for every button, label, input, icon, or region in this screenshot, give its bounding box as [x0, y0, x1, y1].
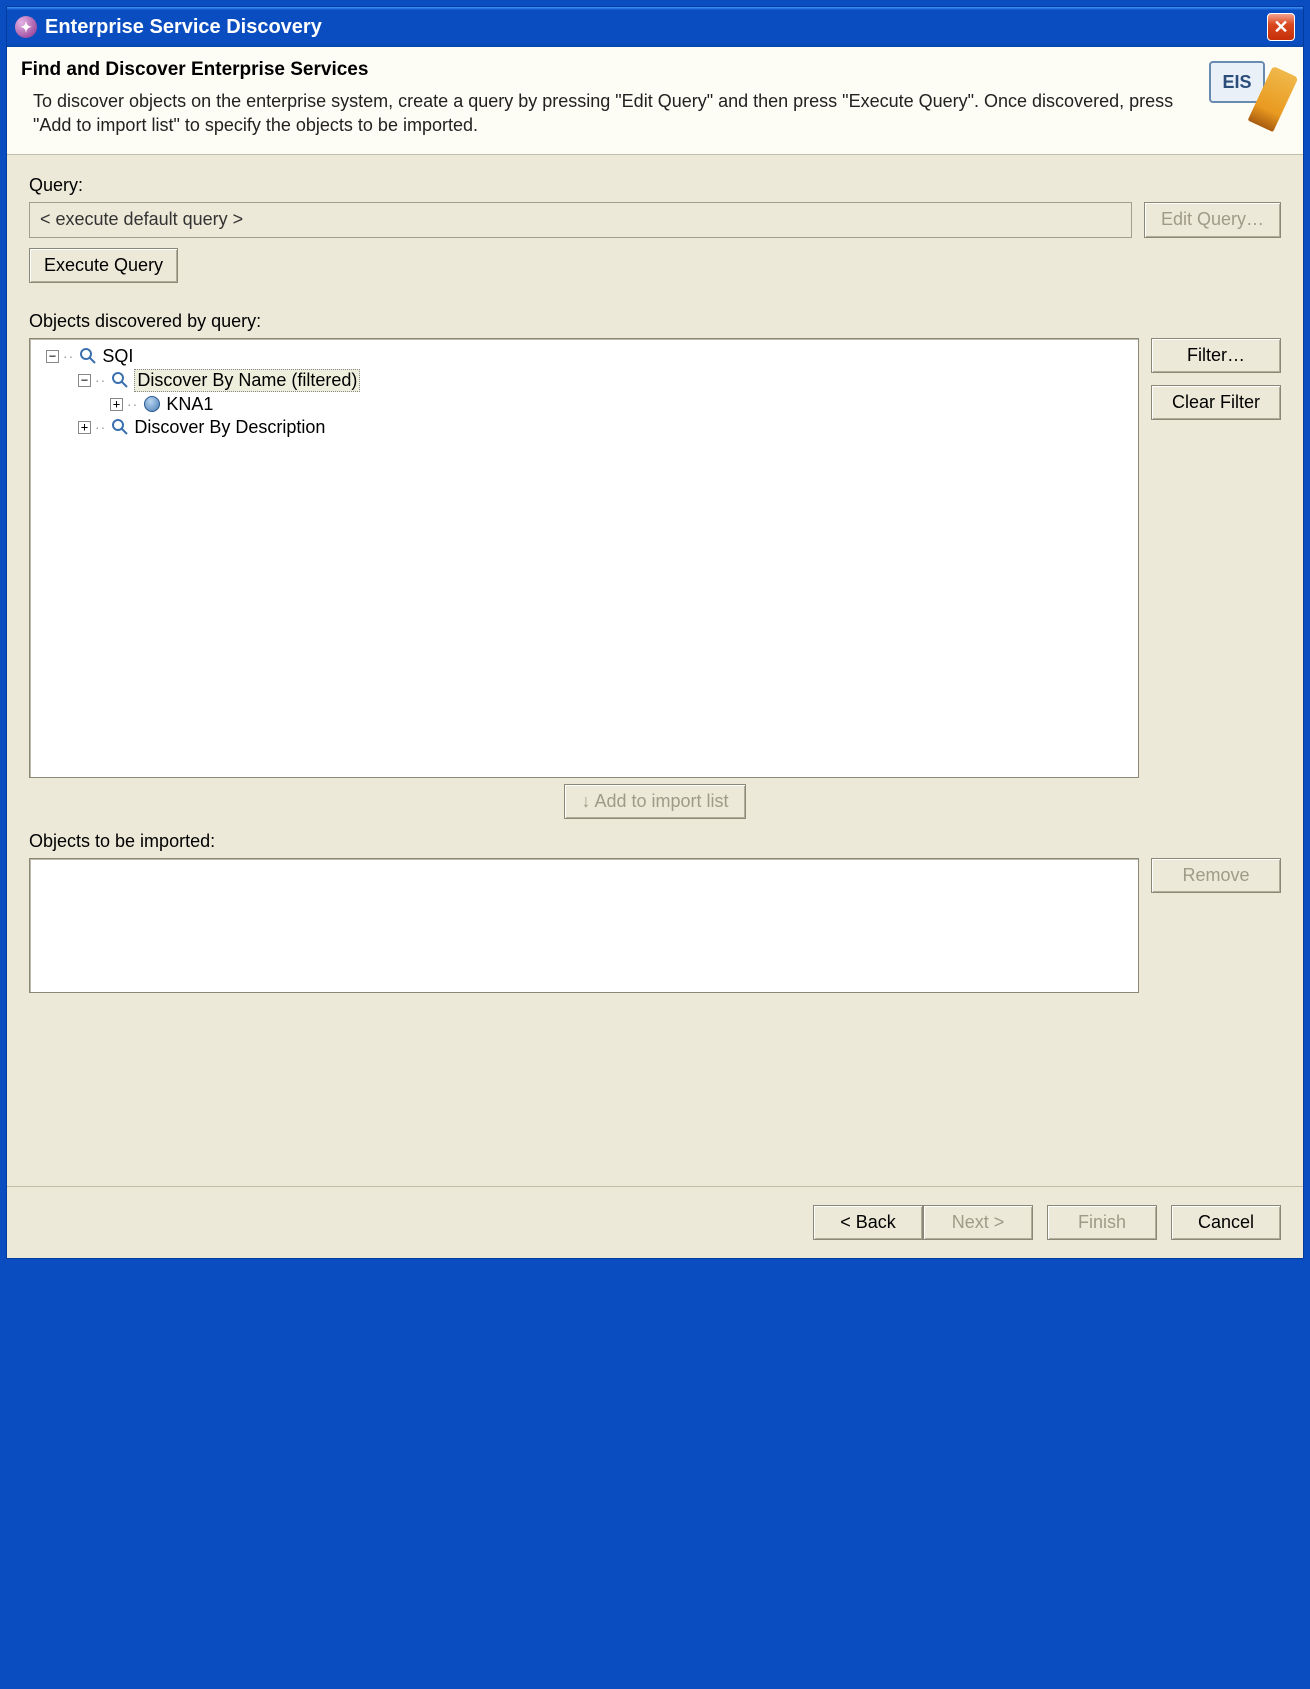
add-to-import-button[interactable]: ↓ Add to import list — [564, 784, 745, 819]
eis-icon: EIS — [1207, 59, 1287, 129]
clear-filter-button[interactable]: Clear Filter — [1151, 385, 1281, 420]
page-title: Find and Discover Enterprise Services — [21, 59, 1195, 81]
tree-node-root[interactable]: − ·· SQI — [34, 345, 1134, 368]
filter-button[interactable]: Filter… — [1151, 338, 1281, 373]
table-node-icon — [142, 394, 162, 414]
window-title: Enterprise Service Discovery — [45, 16, 322, 39]
finish-button[interactable]: Finish — [1047, 1205, 1157, 1240]
titlebar[interactable]: ✦ Enterprise Service Discovery ✕ — [7, 7, 1303, 47]
query-label: Query: — [29, 175, 1281, 196]
expand-icon[interactable]: + — [78, 421, 91, 434]
tree-node-by-desc[interactable]: + ·· Discover By Description — [34, 416, 1134, 439]
dialog-window: ✦ Enterprise Service Discovery ✕ Find an… — [6, 6, 1304, 1259]
remove-button[interactable]: Remove — [1151, 858, 1281, 893]
discovered-tree[interactable]: − ·· SQI − ·· Discover By Name (fil — [29, 338, 1139, 778]
collapse-icon[interactable]: − — [46, 350, 59, 363]
tree-node-label: KNA1 — [166, 394, 213, 415]
execute-query-button[interactable]: Execute Query — [29, 248, 178, 283]
discovered-label: Objects discovered by query: — [29, 311, 1281, 332]
wizard-footer: < Back Next > Finish Cancel — [7, 1186, 1303, 1258]
close-button[interactable]: ✕ — [1267, 13, 1295, 41]
query-node-icon — [110, 370, 130, 390]
import-label: Objects to be imported: — [29, 831, 1281, 852]
tree-node-by-name[interactable]: − ·· Discover By Name (filtered) — [34, 368, 1134, 393]
tree-node-label: Discover By Name (filtered) — [134, 369, 360, 392]
next-button[interactable]: Next > — [923, 1205, 1033, 1240]
query-node-icon — [110, 417, 130, 437]
page-description: To discover objects on the enterprise sy… — [21, 89, 1195, 138]
collapse-icon[interactable]: − — [78, 374, 91, 387]
import-list[interactable] — [29, 858, 1139, 993]
tree-node-label: SQI — [102, 346, 133, 367]
query-node-icon — [78, 346, 98, 366]
close-icon: ✕ — [1273, 17, 1288, 38]
tree-node-label: Discover By Description — [134, 417, 325, 438]
back-button[interactable]: < Back — [813, 1205, 923, 1240]
wizard-header: Find and Discover Enterprise Services To… — [7, 47, 1303, 155]
eis-icon-label: EIS — [1209, 61, 1265, 103]
app-icon: ✦ — [15, 16, 37, 38]
edit-query-button[interactable]: Edit Query… — [1144, 202, 1281, 238]
cancel-button[interactable]: Cancel — [1171, 1205, 1281, 1240]
expand-icon[interactable]: + — [110, 398, 123, 411]
query-input[interactable]: < execute default query > — [29, 202, 1132, 238]
tree-node-kna1[interactable]: + ·· KNA1 — [34, 393, 1134, 416]
